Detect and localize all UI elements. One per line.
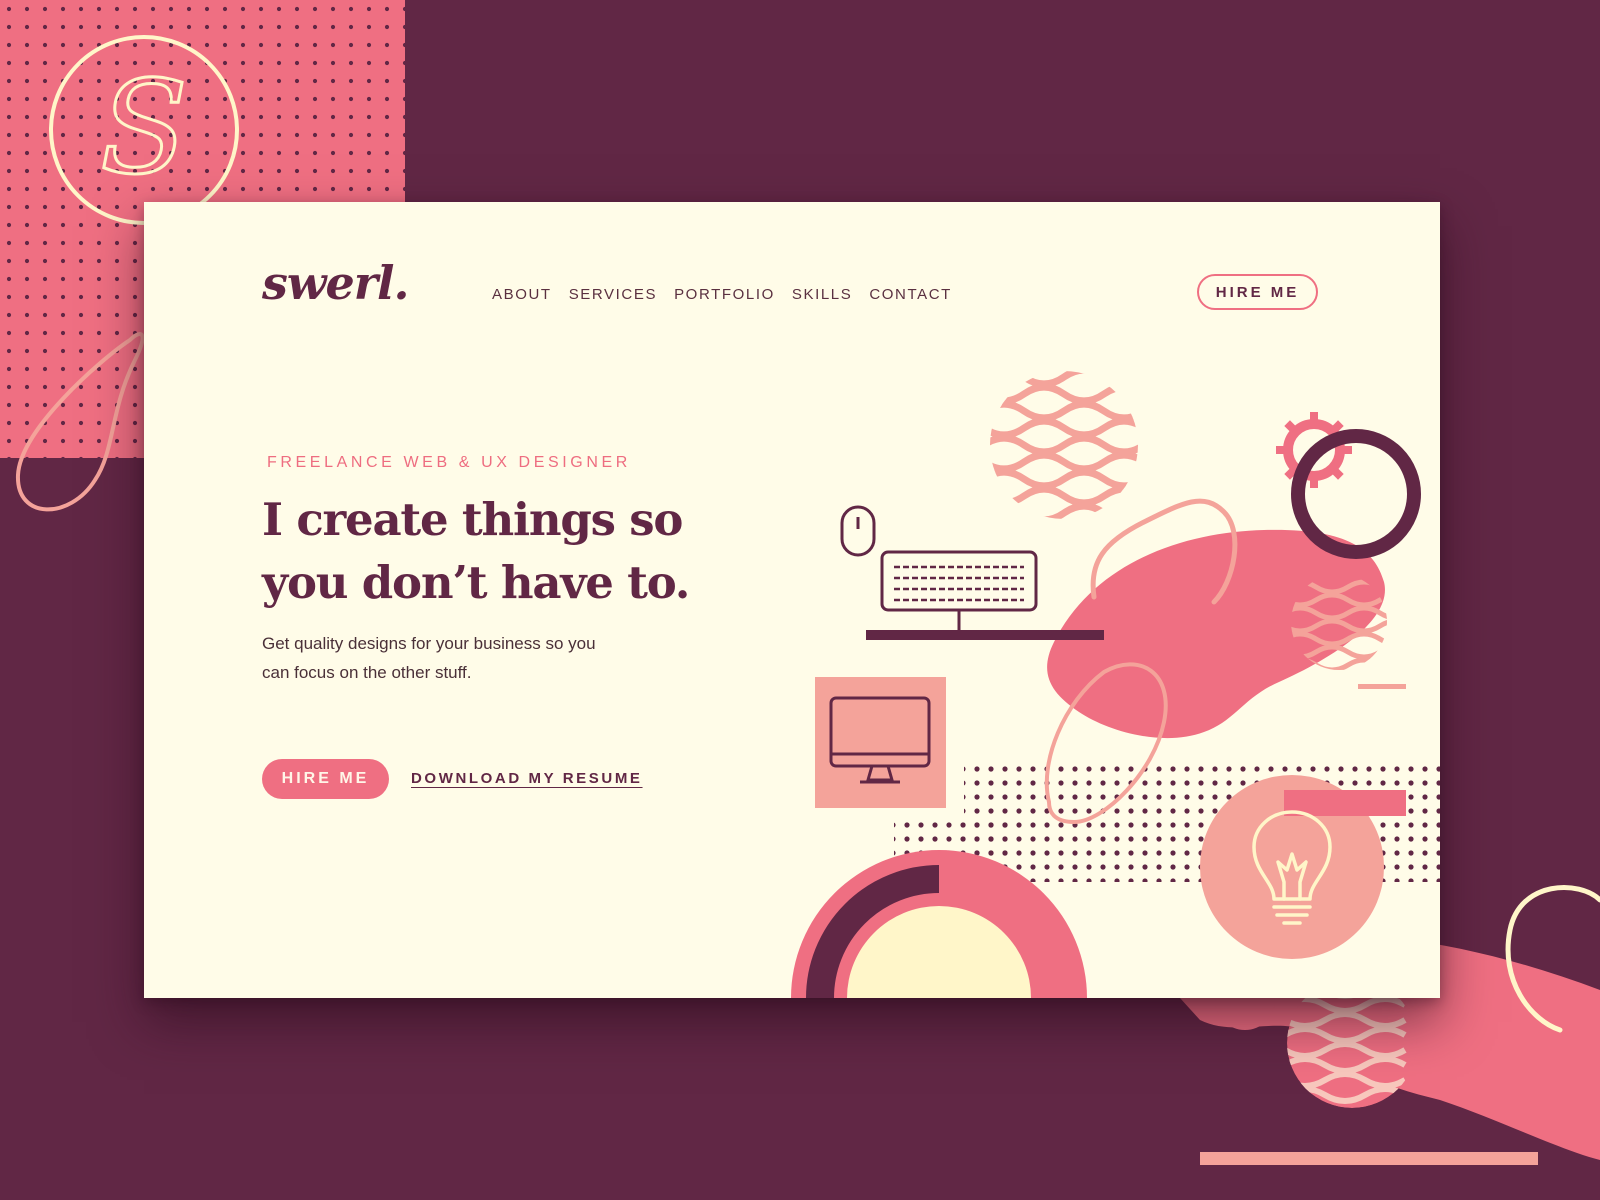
salmon-bar-bottom [1200, 1152, 1538, 1165]
nav-item-services[interactable]: SERVICES [569, 286, 657, 303]
svg-text:S: S [100, 54, 188, 203]
main-nav: ABOUT SERVICES PORTFOLIO SKILLS CONTACT [492, 286, 969, 303]
hero-headline: I create things so you don’t have to. [262, 493, 690, 609]
desk-shelf [866, 630, 1104, 640]
hero-subtext: Get quality designs for your business so… [262, 634, 596, 682]
mouse-icon [840, 505, 876, 557]
hire-me-nav-button[interactable]: HIRE ME [1197, 274, 1318, 310]
plum-ring [1291, 429, 1421, 559]
logo[interactable]: swerl. [262, 260, 409, 306]
nav-item-contact[interactable]: CONTACT [869, 286, 952, 303]
keyboard-icon [880, 550, 1038, 630]
download-resume-link[interactable]: DOWNLOAD MY RESUME [411, 770, 643, 787]
landing-page-card: swerl. ABOUT SERVICES PORTFOLIO SKILLS C… [144, 202, 1440, 998]
nav-item-portfolio[interactable]: PORTFOLIO [674, 286, 775, 303]
nav-item-about[interactable]: ABOUT [492, 286, 552, 303]
hire-me-button[interactable]: HIRE ME [262, 759, 389, 799]
nav-item-skills[interactable]: SKILLS [792, 286, 852, 303]
hero-eyebrow: FREELANCE WEB & UX DESIGNER [267, 454, 631, 471]
wavy-circle-top [990, 371, 1138, 519]
